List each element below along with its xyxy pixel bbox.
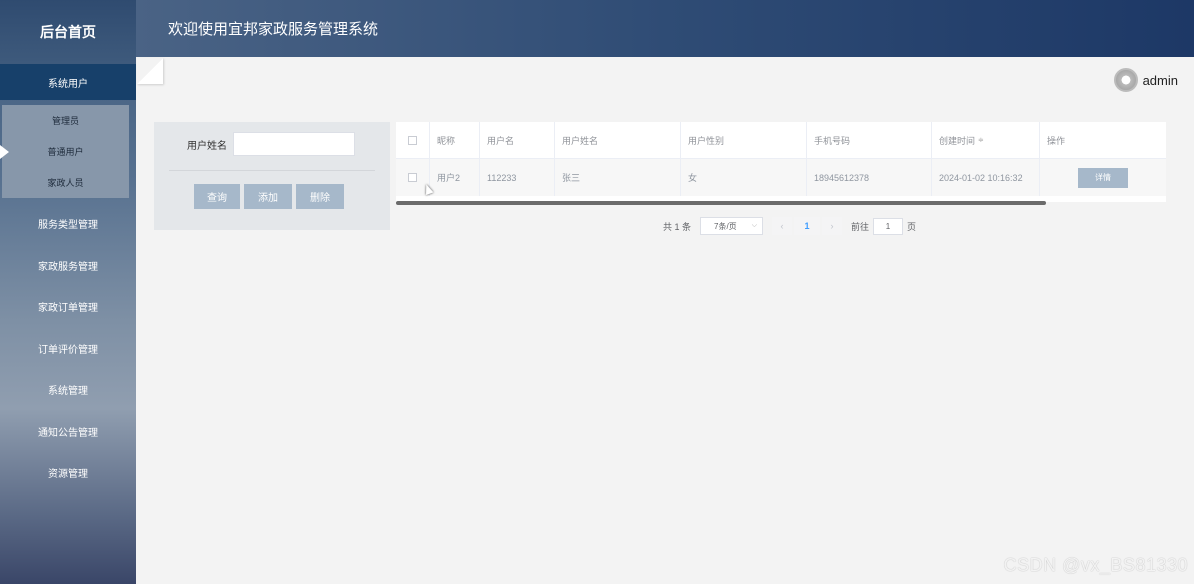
col-created-label: 创建时间 bbox=[939, 135, 976, 146]
users-table: 昵称 用户名 用户姓名 用户性别 手机号码 创建时间 ≑ 操作 用户2 1122… bbox=[396, 122, 1166, 205]
submenu-item-housekeeper[interactable]: 家政人员 bbox=[2, 167, 129, 198]
collapse-toggle[interactable] bbox=[137, 58, 163, 84]
sidebar-item-service-types[interactable]: 服务类型管理 bbox=[0, 203, 136, 245]
row-checkbox[interactable] bbox=[408, 173, 417, 182]
cell-phone: 18945612378 bbox=[807, 159, 932, 196]
header: 欢迎使用宜邦家政服务管理系统 bbox=[136, 0, 1194, 57]
sidebar-home[interactable]: 后台首页 bbox=[0, 0, 136, 64]
col-phone: 手机号码 bbox=[807, 122, 932, 158]
sidebar-item-notices[interactable]: 通知公告管理 bbox=[0, 411, 136, 453]
page-size-value: 7条/页 bbox=[714, 221, 737, 231]
add-button[interactable]: 添加 bbox=[244, 184, 292, 209]
total-count: 共 1 条 bbox=[663, 221, 692, 232]
sidebar-item-orders[interactable]: 家政订单管理 bbox=[0, 286, 136, 328]
goto-label: 前往 bbox=[851, 221, 870, 232]
sort-icon[interactable]: ≑ bbox=[978, 136, 984, 144]
page-size-select[interactable]: 7条/页 ⌵ bbox=[700, 217, 764, 235]
delete-button[interactable]: 删除 bbox=[296, 184, 344, 209]
cell-nickname: 用户2 bbox=[430, 159, 480, 196]
query-button[interactable]: 查询 bbox=[194, 184, 240, 209]
username: admin bbox=[1142, 72, 1178, 88]
col-username: 用户名 bbox=[480, 122, 555, 158]
page-title: 欢迎使用宜邦家政服务管理系统 bbox=[168, 21, 379, 38]
avatar[interactable] bbox=[1113, 68, 1138, 92]
col-created[interactable]: 创建时间 ≑ bbox=[932, 122, 1040, 158]
sidebar-item-system[interactable]: 系统管理 bbox=[0, 369, 136, 411]
cell-gender: 女 bbox=[681, 159, 807, 196]
prev-page-button[interactable]: ‹ bbox=[772, 217, 793, 235]
col-nickname: 昵称 bbox=[430, 122, 480, 158]
user-menu[interactable]: admin bbox=[1113, 68, 1178, 92]
search-panel: 用户姓名 查询 添加 删除 bbox=[154, 122, 390, 230]
goto-page-input[interactable]: 1 bbox=[873, 217, 904, 235]
divider bbox=[169, 170, 375, 171]
sidebar-item-services[interactable]: 家政服务管理 bbox=[0, 245, 136, 287]
search-input[interactable] bbox=[233, 132, 355, 156]
table-header: 昵称 用户名 用户姓名 用户性别 手机号码 创建时间 ≑ 操作 bbox=[396, 122, 1166, 159]
search-label: 用户姓名 bbox=[187, 140, 227, 152]
watermark: CSDN @vx_BS81330 bbox=[1003, 555, 1188, 575]
page-number-1[interactable]: 1 bbox=[794, 217, 821, 235]
cell-realname: 张三 bbox=[555, 159, 681, 196]
sidebar-item-system-users[interactable]: 系统用户 bbox=[0, 64, 136, 100]
col-realname: 用户姓名 bbox=[555, 122, 681, 158]
detail-button[interactable]: 详情 bbox=[1078, 167, 1128, 188]
horizontal-scrollbar[interactable] bbox=[396, 201, 1046, 205]
sidebar: 后台首页 系统用户 管理员 普通用户 家政人员 服务类型管理 家政服务管理 家政… bbox=[0, 0, 136, 584]
cell-created: 2024-01-02 10:16:32 bbox=[932, 159, 1040, 196]
sidebar-item-resources[interactable]: 资源管理 bbox=[0, 452, 136, 494]
page-suffix: 页 bbox=[907, 221, 917, 232]
col-actions: 操作 bbox=[1047, 135, 1066, 146]
sidebar-item-reviews[interactable]: 订单评价管理 bbox=[0, 328, 136, 370]
submenu-item-admin[interactable]: 管理员 bbox=[2, 105, 129, 136]
cell-username: 112233 bbox=[480, 159, 555, 196]
next-page-button[interactable]: › bbox=[822, 217, 843, 235]
col-gender: 用户性别 bbox=[681, 122, 807, 158]
table-row: 用户2 112233 张三 女 18945612378 2024-01-02 1… bbox=[396, 159, 1166, 196]
chevron-down-icon: ⌵ bbox=[751, 222, 758, 229]
pagination: 共 1 条 7条/页 ⌵ ‹ 1 › 前往 1 页 bbox=[663, 217, 916, 235]
submenu: 管理员 普通用户 家政人员 bbox=[0, 105, 129, 198]
select-all-checkbox[interactable] bbox=[408, 135, 417, 145]
submenu-item-normal-user[interactable]: 普通用户 bbox=[0, 136, 129, 167]
